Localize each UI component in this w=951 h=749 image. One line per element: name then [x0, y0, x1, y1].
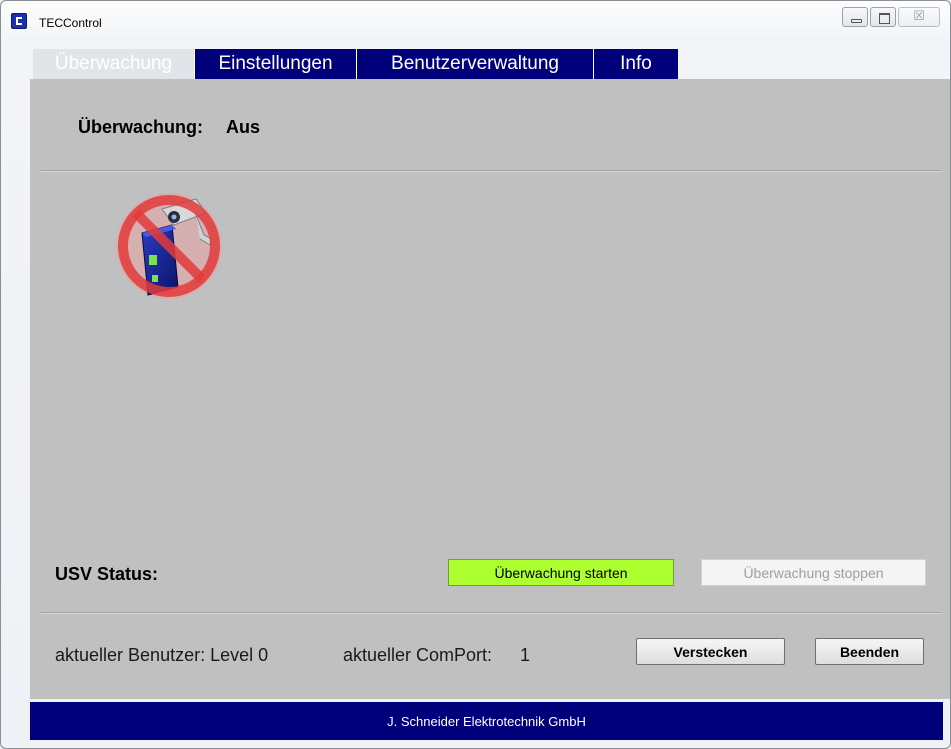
app-window: TECControl ☒ Überwachung Einstellungen B… [0, 0, 951, 749]
divider [41, 170, 941, 172]
hide-button[interactable]: Verstecken [636, 638, 785, 665]
comport-value: 1 [520, 645, 531, 665]
window-title: TECControl [39, 16, 102, 30]
monitoring-state: Aus [226, 117, 261, 137]
tab-ueberwachung[interactable]: Überwachung [33, 49, 194, 79]
tab-einstellungen[interactable]: Einstellungen [194, 49, 356, 79]
maximize-icon [879, 13, 890, 24]
tab-benutzerverwaltung[interactable]: Benutzerverwaltung [356, 49, 593, 79]
close-icon: ☒ [913, 9, 925, 24]
usv-status-label: USV Status: [55, 564, 159, 584]
quit-button[interactable]: Beenden [815, 638, 924, 665]
footer-banner: J. Schneider Elektrotechnik GmbH [30, 702, 943, 740]
stop-monitoring-button[interactable]: Überwachung stoppen [701, 559, 926, 586]
app-logo-icon [11, 13, 27, 29]
minimize-icon [851, 19, 862, 23]
close-button[interactable]: ☒ [898, 7, 940, 27]
maximize-button[interactable] [870, 7, 896, 27]
monitoring-off-icon [116, 193, 222, 299]
start-monitoring-button[interactable]: Überwachung starten [448, 559, 674, 586]
current-user-label: aktueller Benutzer: Level 0 [55, 645, 269, 665]
title-bar[interactable]: TECControl ☒ [1, 1, 950, 30]
divider [41, 612, 941, 614]
window-controls: ☒ [842, 7, 942, 29]
tab-info[interactable]: Info [593, 49, 678, 79]
tab-bar: Überwachung Einstellungen Benutzerverwal… [33, 49, 678, 79]
comport-label: aktueller ComPort: [343, 645, 493, 665]
minimize-button[interactable] [842, 7, 868, 27]
monitoring-panel: Überwachung: Aus USV Status: Überwachung [30, 79, 950, 699]
monitoring-label: Überwachung: [78, 117, 204, 137]
